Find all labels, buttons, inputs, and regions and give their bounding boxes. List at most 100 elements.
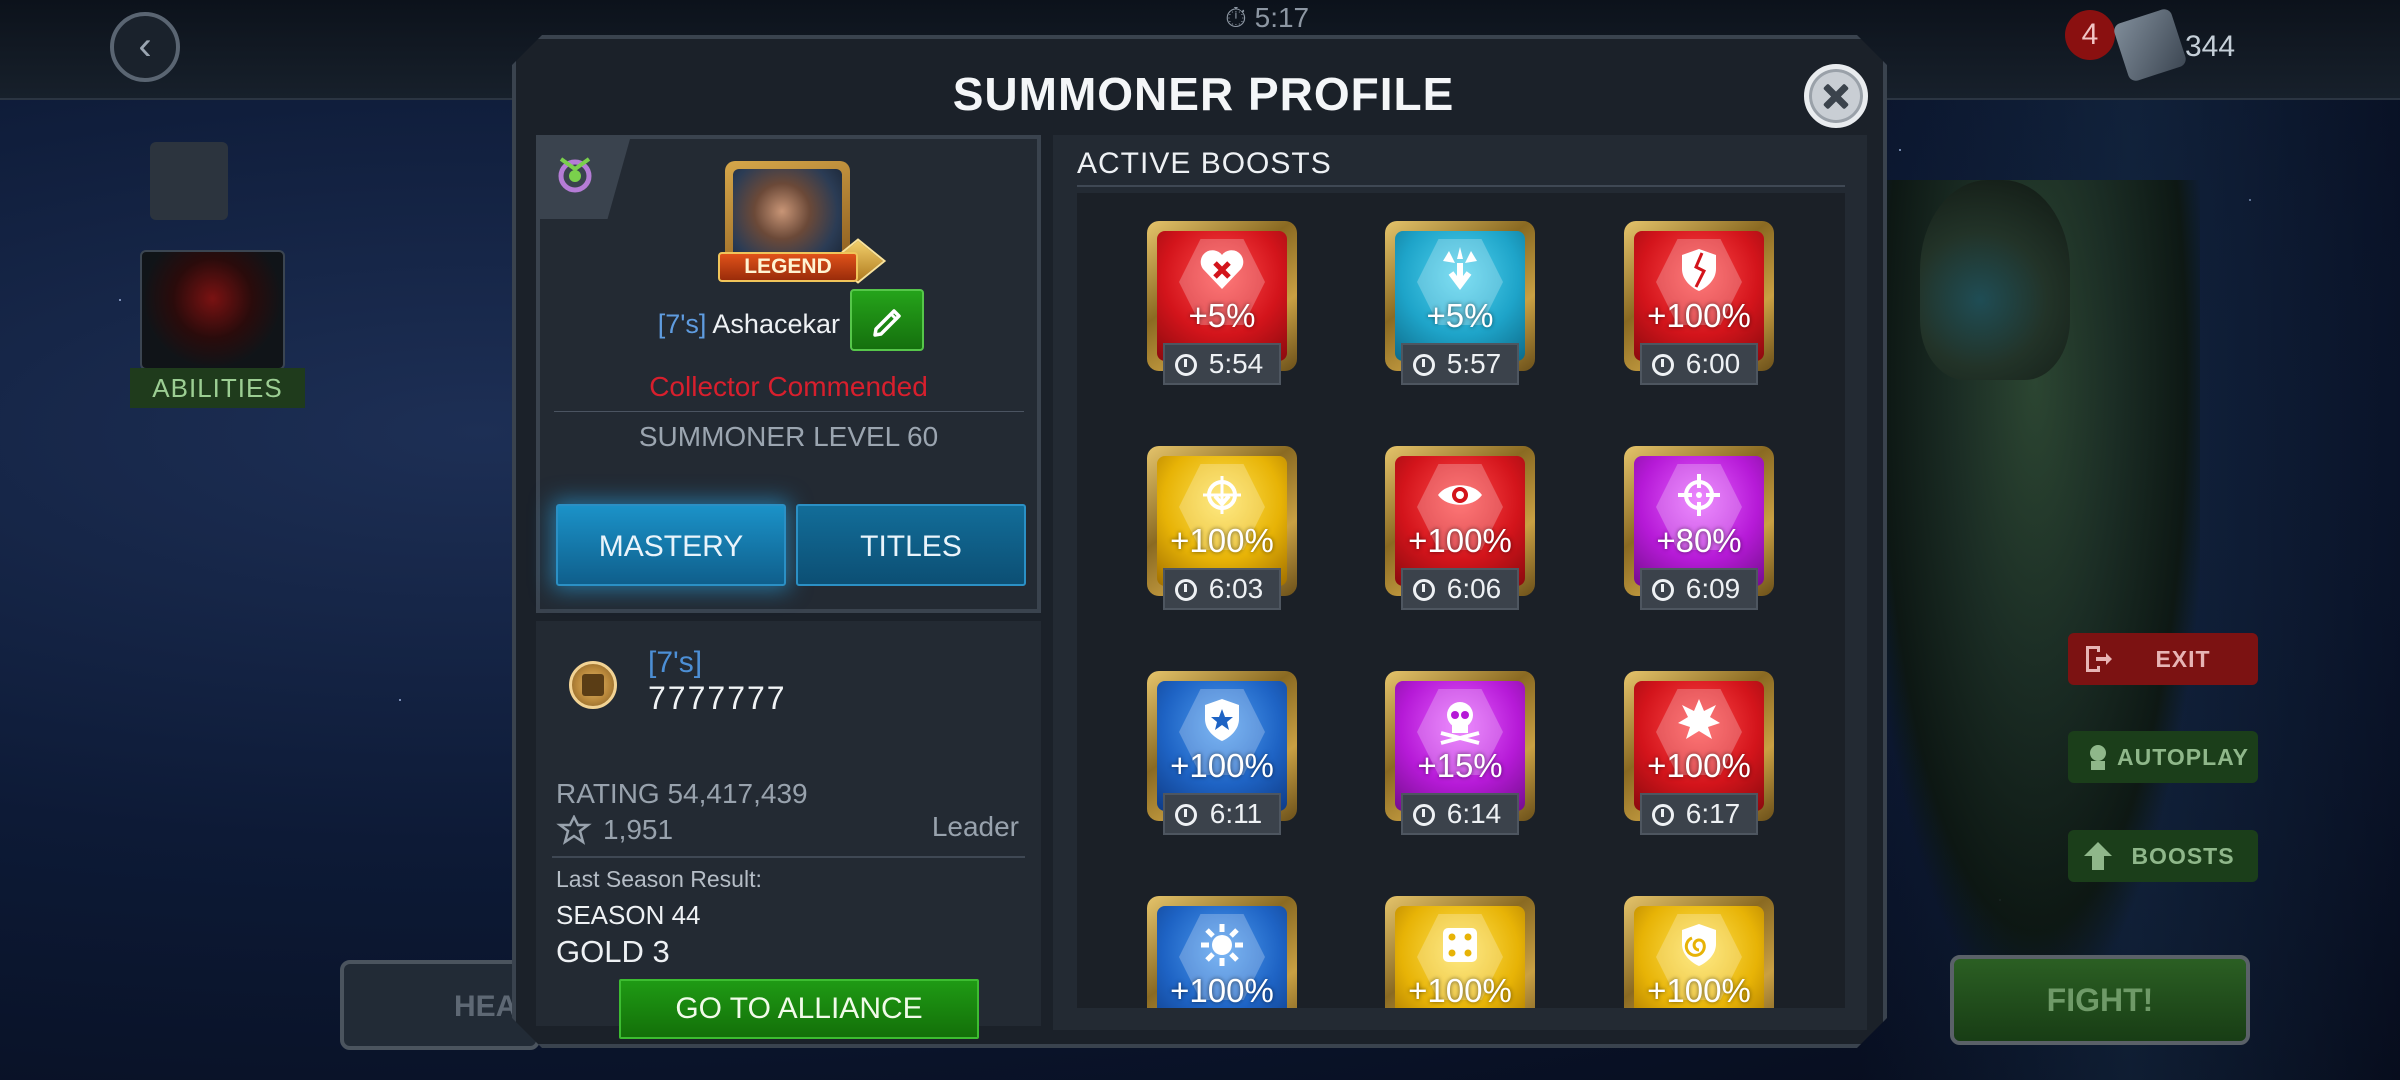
target-down-arrow-icon <box>1203 476 1241 514</box>
boost-arrow-icon <box>2084 842 2112 870</box>
boost-item[interactable]: +100% 6:03 <box>1147 446 1297 621</box>
boost-timer: 6:17 <box>1640 793 1758 835</box>
boost-frame: +100% <box>1624 896 1774 1008</box>
stopwatch-icon <box>1175 579 1197 601</box>
boost-item[interactable]: +100% <box>1624 896 1774 1008</box>
boost-tile: +100% <box>1395 456 1525 586</box>
boost-value: +80% <box>1656 522 1742 559</box>
boost-value: +100% <box>1170 522 1274 559</box>
boost-tile: +100% <box>1634 906 1764 1008</box>
edit-name-button[interactable] <box>850 289 924 351</box>
boost-value: +100% <box>1408 522 1512 559</box>
hero-head <box>1920 180 2070 380</box>
trophy-count: 1,951 <box>603 814 674 845</box>
heal-button[interactable]: HEA <box>340 960 540 1050</box>
boost-item[interactable]: +15% 6:14 <box>1385 671 1535 846</box>
boost-value: +100% <box>1647 972 1751 1008</box>
boost-item[interactable]: +100% 6:17 <box>1624 671 1774 846</box>
pencil-icon <box>873 309 901 337</box>
divider <box>1077 185 1845 187</box>
stopwatch-icon <box>1652 354 1674 376</box>
boost-tile: +100% <box>1157 681 1287 811</box>
trophy-icon <box>556 815 592 845</box>
back-arrow-icon: ‹ <box>138 24 152 68</box>
alliance-tag: [7's] <box>648 646 703 679</box>
boost-item[interactable]: +100% <box>1385 896 1535 1008</box>
boost-timer: 6:03 <box>1163 568 1281 610</box>
titles-button[interactable]: TITLES <box>796 504 1026 586</box>
champion-portrait[interactable] <box>140 250 285 370</box>
mastery-button[interactable]: MASTERY <box>556 504 786 586</box>
summoner-profile-modal: SUMMONER PROFILE LEGEND [7's] Ashacekar … <box>512 35 1887 1048</box>
alliance-role: Leader <box>931 811 1019 842</box>
stopwatch-icon <box>1413 579 1435 601</box>
summoner-level: SUMMONER LEVEL 60 <box>638 421 939 452</box>
active-boosts-title: ACTIVE BOOSTS <box>1077 147 1332 180</box>
exit-button[interactable]: EXIT <box>2068 633 2258 685</box>
gear-burst-icon <box>1201 924 1243 966</box>
boost-timer: 6:14 <box>1401 793 1519 835</box>
boosts-button[interactable]: BOOSTS <box>2068 830 2258 882</box>
burst-down-arrow-icon <box>1443 247 1477 290</box>
boost-value: +5% <box>1426 297 1494 334</box>
units-count: 344 <box>2185 30 2236 63</box>
star-shield-icon <box>1205 699 1239 741</box>
boost-timer: 6:00 <box>1640 343 1758 385</box>
boost-item[interactable]: +5% 5:57 <box>1385 221 1535 396</box>
stopwatch-icon <box>1175 804 1197 826</box>
notification-count-badge[interactable]: 4 <box>2065 10 2115 60</box>
boost-timer: 5:54 <box>1163 343 1281 385</box>
boost-value: +5% <box>1188 297 1256 334</box>
go-to-alliance-button[interactable]: GO TO ALLIANCE <box>619 979 979 1039</box>
boost-tile: +5% <box>1395 231 1525 361</box>
exit-door-icon <box>2086 646 2112 672</box>
alliance-rating: RATING 54,417,439 <box>556 778 808 809</box>
boost-tile: +100% <box>1395 906 1525 1008</box>
boost-timer: 6:06 <box>1401 568 1519 610</box>
boost-tile: +100% <box>1157 906 1287 1008</box>
alliance-rank-icon <box>569 661 617 709</box>
crosshair-icon <box>1678 474 1720 516</box>
alliance-card: [7's] 7777777 RATING 54,417,439 1,951 Le… <box>536 621 1041 1039</box>
last-season-label: Last Season Result: <box>556 866 762 892</box>
alliance-name: 7777777 <box>648 680 787 716</box>
boost-item[interactable]: +100% 6:11 <box>1147 671 1297 846</box>
spiral-shield-icon <box>1682 924 1716 966</box>
boost-value: +100% <box>1408 972 1512 1008</box>
boost-tile: +5% <box>1157 231 1287 361</box>
cracked-shield-icon <box>1682 249 1716 291</box>
summoner-alliance-tag: [7's] <box>657 309 707 339</box>
summoner-name: Ashacekar <box>712 309 840 339</box>
boost-item[interactable]: +100% 6:06 <box>1385 446 1535 621</box>
broken-heart-x-icon <box>1200 250 1244 289</box>
summoner-title: Collector Commended <box>649 371 928 402</box>
boost-tile: +80% <box>1634 456 1764 586</box>
boost-item[interactable]: +100% <box>1147 896 1297 1008</box>
boost-value: +100% <box>1170 747 1274 784</box>
boost-value: +100% <box>1647 297 1751 334</box>
boost-tile: +100% <box>1634 681 1764 811</box>
boosts-grid[interactable]: +5% 5:54 +5% 5:57 +100% 6:00 +100% 6:03 +100% 6:0… <box>1077 193 1845 1008</box>
autoplay-button[interactable]: AUTOPLAY <box>2068 731 2258 783</box>
season-number: SEASON 44 <box>556 900 701 930</box>
abilities-button[interactable]: ABILITIES <box>130 368 305 408</box>
active-boosts-panel: ACTIVE BOOSTS +5% 5:54 +5% 5:57 +100% 6:00 +10… <box>1053 135 1867 1030</box>
emblem-icon[interactable] <box>540 139 630 219</box>
boost-item[interactable]: +5% 5:54 <box>1147 221 1297 396</box>
boost-item[interactable]: +80% 6:09 <box>1624 446 1774 621</box>
boost-item[interactable]: +100% 6:00 <box>1624 221 1774 396</box>
boost-timer: 5:57 <box>1401 343 1519 385</box>
divider <box>554 411 1024 412</box>
close-button[interactable] <box>1804 64 1868 128</box>
stopwatch-icon <box>1413 354 1435 376</box>
summoner-card: LEGEND [7's] Ashacekar Collector Commend… <box>536 135 1041 613</box>
back-button[interactable]: ‹ <box>110 12 180 82</box>
season-tier: GOLD 3 <box>556 934 670 969</box>
boost-timer: 6:09 <box>1640 568 1758 610</box>
boost-tile: +100% <box>1157 456 1287 586</box>
stopwatch-icon <box>1652 579 1674 601</box>
fight-button[interactable]: FIGHT! <box>1950 955 2250 1045</box>
summoner-name-row: [7's] Ashacekar <box>540 309 840 340</box>
swap-champion-icon[interactable] <box>150 142 228 220</box>
boost-timer: 6:11 <box>1163 793 1281 835</box>
